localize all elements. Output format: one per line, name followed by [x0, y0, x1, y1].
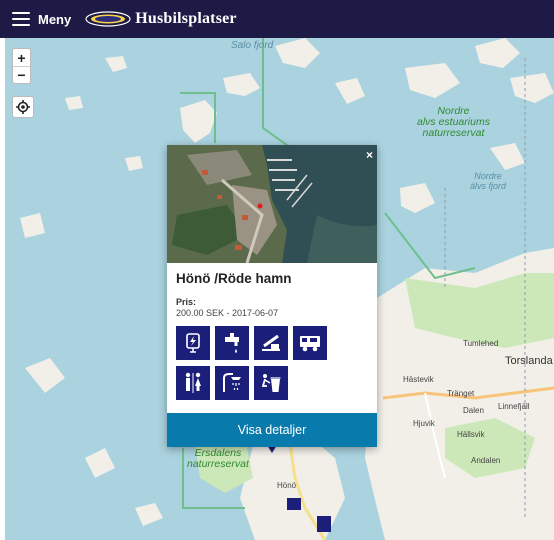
- map-label-hastevik: Hästevik: [403, 375, 434, 384]
- menu-button[interactable]: Meny: [12, 12, 71, 27]
- aerial-photo: [167, 145, 377, 263]
- map-label-andalen: Andalen: [471, 456, 501, 465]
- logo-emblem-icon: [85, 11, 131, 27]
- campsite-title: Hönö /Röde hamn: [176, 271, 292, 286]
- amenity-icons: [176, 326, 336, 400]
- map-label-tumlehed: Tumlehed: [463, 339, 499, 348]
- map-label-dalen: Dalen: [463, 406, 484, 415]
- map-label-hjuvik: Hjuvik: [413, 419, 435, 428]
- toilet-icon: [176, 366, 210, 400]
- zoom-in-button[interactable]: +: [13, 49, 30, 66]
- map-label-ersdalens: Ersdalens naturreservat: [187, 447, 249, 470]
- map-label-nordre-reserve: Nordre alvs estuariums naturreservat: [417, 105, 490, 139]
- logo-text: Husbilsplatser: [135, 10, 237, 27]
- site-logo[interactable]: Husbilsplatser: [85, 10, 237, 28]
- price-label: Pris:: [176, 297, 197, 307]
- hamburger-icon: [12, 12, 30, 26]
- map-label-hallsvik: Hällsvik: [457, 430, 485, 439]
- crosshair-icon: [16, 100, 30, 114]
- waste-disposal-icon: [254, 326, 288, 360]
- top-bar: Meny Husbilsplatser: [0, 0, 554, 38]
- price-value: 200.00 SEK - 2017-06-07: [176, 308, 279, 318]
- map-label-torslanda: Torslanda: [505, 355, 553, 367]
- campsite-popup: × Hönö /Röde hamn Pris: 200.00 SEK - 201…: [167, 145, 377, 447]
- locate-button[interactable]: [12, 96, 34, 118]
- map-label-salo-fjord: Salo fjord: [231, 40, 274, 51]
- electricity-icon: [176, 326, 210, 360]
- map-label-tranget: Tränget: [447, 389, 475, 398]
- shower-icon: [215, 366, 249, 400]
- view-details-button[interactable]: Visa detaljer: [167, 413, 377, 447]
- map-label-nordre-fjord: Nordre älvs fjord: [470, 171, 507, 191]
- trash-bin-icon: [254, 366, 288, 400]
- menu-label: Meny: [38, 11, 72, 27]
- zoom-out-button[interactable]: −: [13, 66, 30, 83]
- zoom-control: + −: [12, 48, 31, 84]
- motorhome-icon: [293, 326, 327, 360]
- close-popup-button[interactable]: ×: [366, 148, 373, 162]
- map-label-hono: Hönö: [277, 481, 297, 490]
- map-label-linnefjall: Linnefjäll: [498, 402, 530, 411]
- water-tap-icon: [215, 326, 249, 360]
